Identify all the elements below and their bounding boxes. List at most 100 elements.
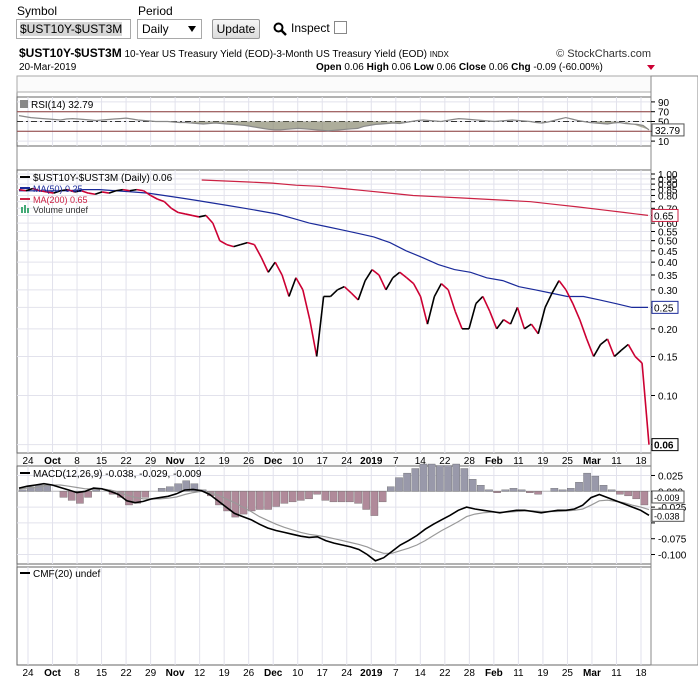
x-tick-label-bottom: 14 (415, 668, 427, 679)
price-segment (115, 188, 123, 192)
low-label: Low (411, 62, 437, 73)
right-axis-area (650, 75, 698, 666)
macd-histogram-bar (558, 489, 567, 492)
header-exchange: INDX (430, 50, 450, 59)
price-segment (129, 188, 137, 192)
macd-histogram-bar (485, 489, 493, 492)
price-segment (122, 188, 130, 192)
macd-histogram-bar (632, 491, 640, 500)
header-symbol: $UST10Y-$UST3M (19, 46, 122, 60)
price-legend: $UST10Y-$UST3M (Daily) 0.06 (33, 173, 173, 184)
x-tick-label: 2019 (360, 456, 383, 467)
macd-histogram-bar (272, 491, 280, 507)
macd-histogram-bar (84, 491, 92, 498)
chg-label: Chg (508, 62, 533, 73)
x-tick-label-bottom: 26 (243, 668, 255, 679)
macd-histogram-bar (460, 468, 469, 492)
brand-label: © StockCharts.com (556, 48, 651, 60)
price-tick-label: 0.10 (658, 391, 678, 402)
x-tick-label-bottom: 18 (635, 668, 647, 679)
macd-histogram-bar (125, 491, 133, 506)
x-tick-label-bottom: 22 (439, 668, 451, 679)
macd-histogram-bar (436, 465, 444, 492)
x-tick-label-bottom: Mar (583, 668, 601, 679)
x-tick-label-bottom: Oct (44, 668, 61, 679)
macd-histogram-bar (607, 489, 616, 492)
macd-histogram-bar (501, 489, 510, 492)
x-tick-label-bottom: 10 (292, 668, 304, 679)
price-value-label: 0.65 (654, 211, 674, 222)
macd-tick-label: -0.100 (658, 551, 687, 562)
volume-legend-icon (27, 208, 29, 213)
macd-histogram-bar (517, 489, 526, 492)
ma200-legend: MA(200) 0.65 (33, 195, 88, 205)
x-tick-label: 15 (96, 456, 108, 467)
macd-histogram-bar (362, 491, 370, 510)
price-value-label: 0.25 (654, 303, 674, 314)
macd-histogram-bar (583, 472, 591, 492)
price-tick-label: 0.80 (658, 191, 678, 202)
ma50-legend: MA(50) 0.25 (33, 184, 83, 194)
macd-histogram-bar (509, 488, 518, 492)
x-tick-label-bottom: 7 (393, 668, 399, 679)
x-tick-label-bottom: 25 (562, 668, 574, 679)
x-tick-label-bottom: 11 (513, 668, 524, 679)
macd-histogram-bar (354, 491, 362, 504)
price-tick-label: 0.15 (658, 352, 678, 363)
macd-histogram-bar (157, 488, 166, 492)
price-tick-label: 0.45 (658, 247, 678, 258)
macd-histogram-bar (452, 463, 460, 492)
low-value: 0.06 (437, 62, 457, 73)
x-tick-label-bottom: 24 (22, 668, 34, 679)
x-tick-label-bottom: 11 (611, 668, 622, 679)
x-tick-label-bottom: 12 (194, 668, 206, 679)
volume-legend-icon (24, 205, 26, 213)
rsi-legend: RSI(14) 32.79 (31, 100, 94, 111)
rsi-current-label: 32.79 (655, 126, 680, 137)
macd-histogram-bar (297, 491, 305, 501)
macd-histogram-bar (427, 463, 436, 492)
macd-histogram-bar (247, 491, 256, 512)
macd-histogram-bar (411, 468, 420, 492)
macd-legend: MACD(12,26,9) -0.038, -0.029, -0.009 (33, 469, 202, 480)
x-tick-label-bottom: Nov (166, 668, 185, 679)
macd-histogram-bar (264, 491, 272, 510)
volume-legend-icon (21, 207, 23, 213)
macd-tick-label: 0.025 (658, 471, 683, 482)
macd-histogram-bar (378, 491, 387, 503)
macd-histogram-bar (624, 491, 632, 497)
top-date-band (16, 75, 652, 93)
close-label: Close (456, 62, 489, 73)
x-tick-label-bottom: 29 (145, 668, 157, 679)
price-tick-label: 0.40 (658, 258, 678, 269)
x-tick-label: 7 (393, 456, 399, 467)
macd-histogram-bar (395, 477, 403, 492)
macd-histogram-bar (346, 491, 354, 503)
x-tick-label: 19 (219, 456, 231, 467)
x-tick-label: Mar (583, 456, 601, 467)
macd-histogram-bar (370, 491, 379, 516)
close-value: 0.06 (489, 62, 509, 73)
x-tick-label: Feb (485, 456, 503, 467)
price-segment (18, 188, 27, 192)
panel-macd (16, 465, 652, 565)
macd-tick-label: -0.075 (658, 535, 687, 546)
x-tick-label: 26 (243, 456, 255, 467)
volume-legend: Volume undef (33, 205, 89, 215)
x-tick-label: Nov (166, 456, 185, 467)
high-value: 0.06 (392, 62, 412, 73)
macd-histogram-bar (493, 491, 501, 493)
macd-histogram-bar (419, 463, 428, 492)
macd-histogram-bar (67, 491, 76, 501)
x-tick-label: 8 (74, 456, 80, 467)
x-tick-label: 29 (145, 456, 157, 467)
macd-histogram-bar (387, 486, 395, 492)
x-tick-label: 11 (611, 456, 622, 467)
panel-cmf (16, 566, 652, 666)
macd-histogram-bar (337, 491, 346, 503)
macd-histogram-bar (599, 485, 608, 492)
macd-histogram-bar (534, 491, 542, 495)
price-tick-label: 0.20 (658, 325, 678, 336)
macd-histogram-bar (174, 483, 182, 492)
macd-histogram-bar (444, 465, 452, 492)
